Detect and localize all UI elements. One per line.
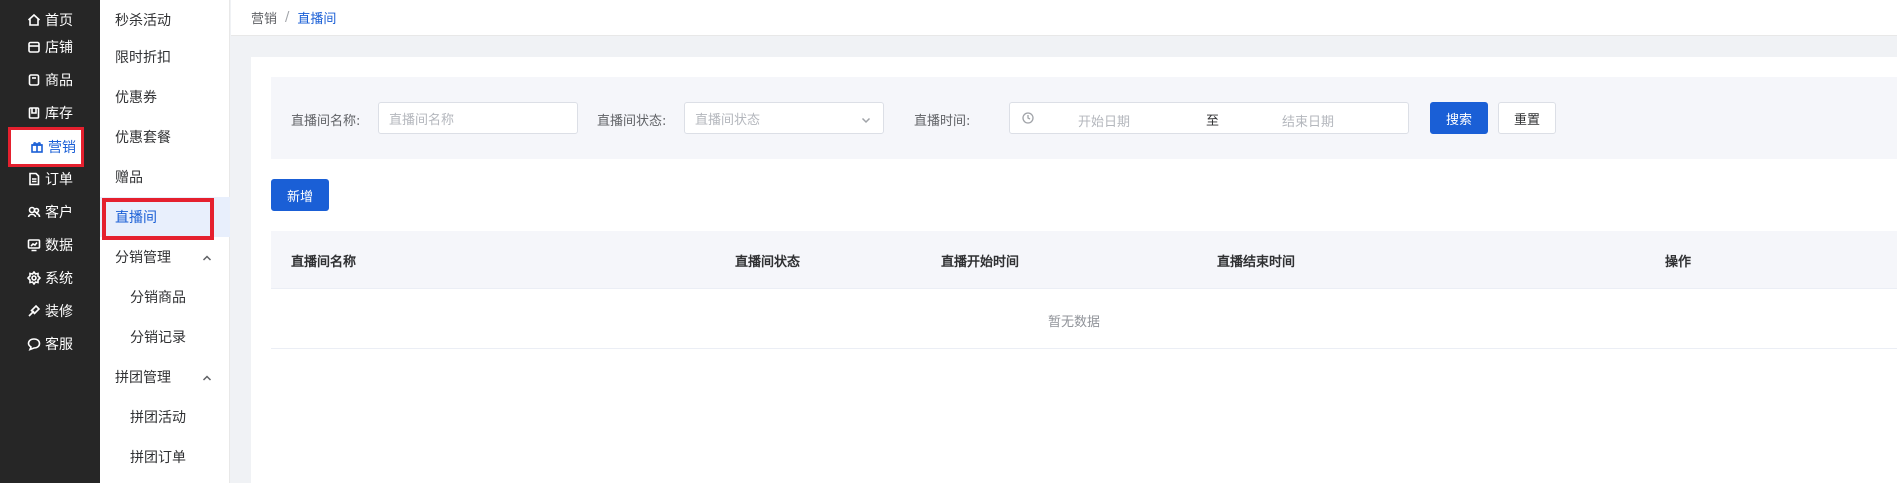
table-header: 直播间名称 直播间状态 直播开始时间 直播结束时间 操作 xyxy=(271,231,1897,289)
end-date-placeholder[interactable]: 结束日期 xyxy=(1282,111,1334,130)
filter-bar: 直播间名称: 直播间名称 直播间状态: 直播间状态 直播时间: 开始日期 至 结… xyxy=(271,77,1897,159)
chevron-up-icon xyxy=(202,251,212,261)
nav-item-label: 订单 xyxy=(45,172,73,188)
chevron-down-icon xyxy=(861,114,871,124)
live-name-placeholder: 直播间名称 xyxy=(389,112,455,128)
range-separator: 至 xyxy=(1206,114,1220,129)
sub-item-label: 赠品 xyxy=(115,170,143,186)
inventory-icon xyxy=(27,106,41,120)
column-header: 直播开始时间 xyxy=(941,255,1020,270)
sub-item-group-buy[interactable]: 拼团管理 xyxy=(100,357,230,397)
live-status-select[interactable]: 直播间状态 xyxy=(684,102,884,134)
home-icon xyxy=(27,13,41,27)
sub-item-distribution-goods[interactable]: 分销商品 xyxy=(100,277,230,317)
shop-icon xyxy=(27,40,41,54)
nav-item-service[interactable]: 客服 xyxy=(0,324,100,364)
sub-item-label: 拼团活动 xyxy=(130,410,186,426)
live-time-label: 直播时间: xyxy=(914,114,971,129)
sub-item-label: 分销管理 xyxy=(115,250,171,266)
nav-item-label: 数据 xyxy=(45,238,73,254)
chat-icon xyxy=(27,337,41,351)
breadcrumb-current: 直播间 xyxy=(297,12,337,27)
nav-item-label: 商品 xyxy=(45,73,73,89)
column-header: 直播间状态 xyxy=(735,255,801,270)
start-date-placeholder[interactable]: 开始日期 xyxy=(1078,111,1130,130)
sub-item-package[interactable]: 优惠套餐 xyxy=(100,117,230,157)
sub-item-distribution[interactable]: 分销管理 xyxy=(100,237,230,277)
clock-icon xyxy=(1022,112,1034,124)
table-empty-row: 暂无数据 xyxy=(271,289,1897,349)
sub-menu: 秒杀活动 限时折扣 优惠券 优惠套餐 赠品 直播间 分销管理 分销商品 分销记录… xyxy=(100,0,230,483)
chevron-up-icon xyxy=(202,371,212,381)
nav-item-label: 装修 xyxy=(45,304,73,320)
live-name-input[interactable]: 直播间名称 xyxy=(378,102,578,134)
sub-item-distribution-records[interactable]: 分销记录 xyxy=(100,317,230,357)
sub-item-coupon[interactable]: 优惠券 xyxy=(100,77,230,117)
sub-item-limited-discount[interactable]: 限时折扣 xyxy=(100,37,230,77)
data-icon xyxy=(27,238,41,252)
gift-icon xyxy=(30,140,44,154)
nav-item-label: 系统 xyxy=(45,271,73,287)
nav-item-label: 客服 xyxy=(45,337,73,353)
column-header: 直播结束时间 xyxy=(1217,255,1296,270)
live-name-label: 直播间名称: xyxy=(291,114,361,129)
sub-item-gift[interactable]: 赠品 xyxy=(100,157,230,197)
add-button[interactable]: 新增 xyxy=(271,179,329,211)
sub-item-label: 秒杀活动 xyxy=(115,13,171,29)
sub-item-label: 优惠券 xyxy=(115,90,157,106)
sub-item-flash-sale[interactable]: 秒杀活动 xyxy=(100,0,230,40)
sub-item-label: 分销商品 xyxy=(130,290,186,306)
column-header: 直播间名称 xyxy=(291,255,357,270)
sub-item-label: 直播间 xyxy=(115,210,157,226)
sub-item-label: 拼团管理 xyxy=(115,370,171,386)
empty-text: 暂无数据 xyxy=(1047,315,1100,330)
nav-item-label: 店铺 xyxy=(45,40,73,56)
breadcrumb-separator: / xyxy=(285,10,290,25)
breadcrumb-parent[interactable]: 营销 xyxy=(251,8,277,27)
goods-icon xyxy=(27,73,41,87)
customer-icon xyxy=(27,205,41,219)
live-time-range-picker[interactable]: 开始日期 至 结束日期 xyxy=(1009,102,1409,134)
search-button[interactable]: 搜索 xyxy=(1430,102,1488,134)
sub-item-label: 分销记录 xyxy=(130,330,186,346)
sub-item-group-orders[interactable]: 拼团订单 xyxy=(100,437,230,477)
decor-icon xyxy=(27,304,41,318)
reset-button[interactable]: 重置 xyxy=(1498,102,1556,134)
main-nav: 首页 店铺 商品 库存 营销 订单 客户 数据 系统 装修 客服 xyxy=(0,0,100,483)
gear-icon xyxy=(27,271,41,285)
sub-item-label: 限时折扣 xyxy=(115,50,171,66)
live-status-placeholder: 直播间状态 xyxy=(695,112,761,128)
nav-item-label: 营销 xyxy=(48,140,76,156)
main-panel: 直播间名称: 直播间名称 直播间状态: 直播间状态 直播时间: 开始日期 至 结… xyxy=(251,57,1897,483)
sub-item-live-room[interactable]: 直播间 xyxy=(100,197,230,237)
nav-item-label: 客户 xyxy=(45,205,73,221)
live-status-label: 直播间状态: xyxy=(597,114,667,129)
column-header: 操作 xyxy=(1665,255,1692,270)
sub-item-label: 拼团订单 xyxy=(130,450,186,466)
sub-item-label: 优惠套餐 xyxy=(115,130,171,146)
sub-item-group-activity[interactable]: 拼团活动 xyxy=(100,397,230,437)
order-icon xyxy=(27,172,41,186)
breadcrumb: 营销 / 直播间 xyxy=(231,0,1897,36)
nav-item-label: 库存 xyxy=(45,106,73,122)
